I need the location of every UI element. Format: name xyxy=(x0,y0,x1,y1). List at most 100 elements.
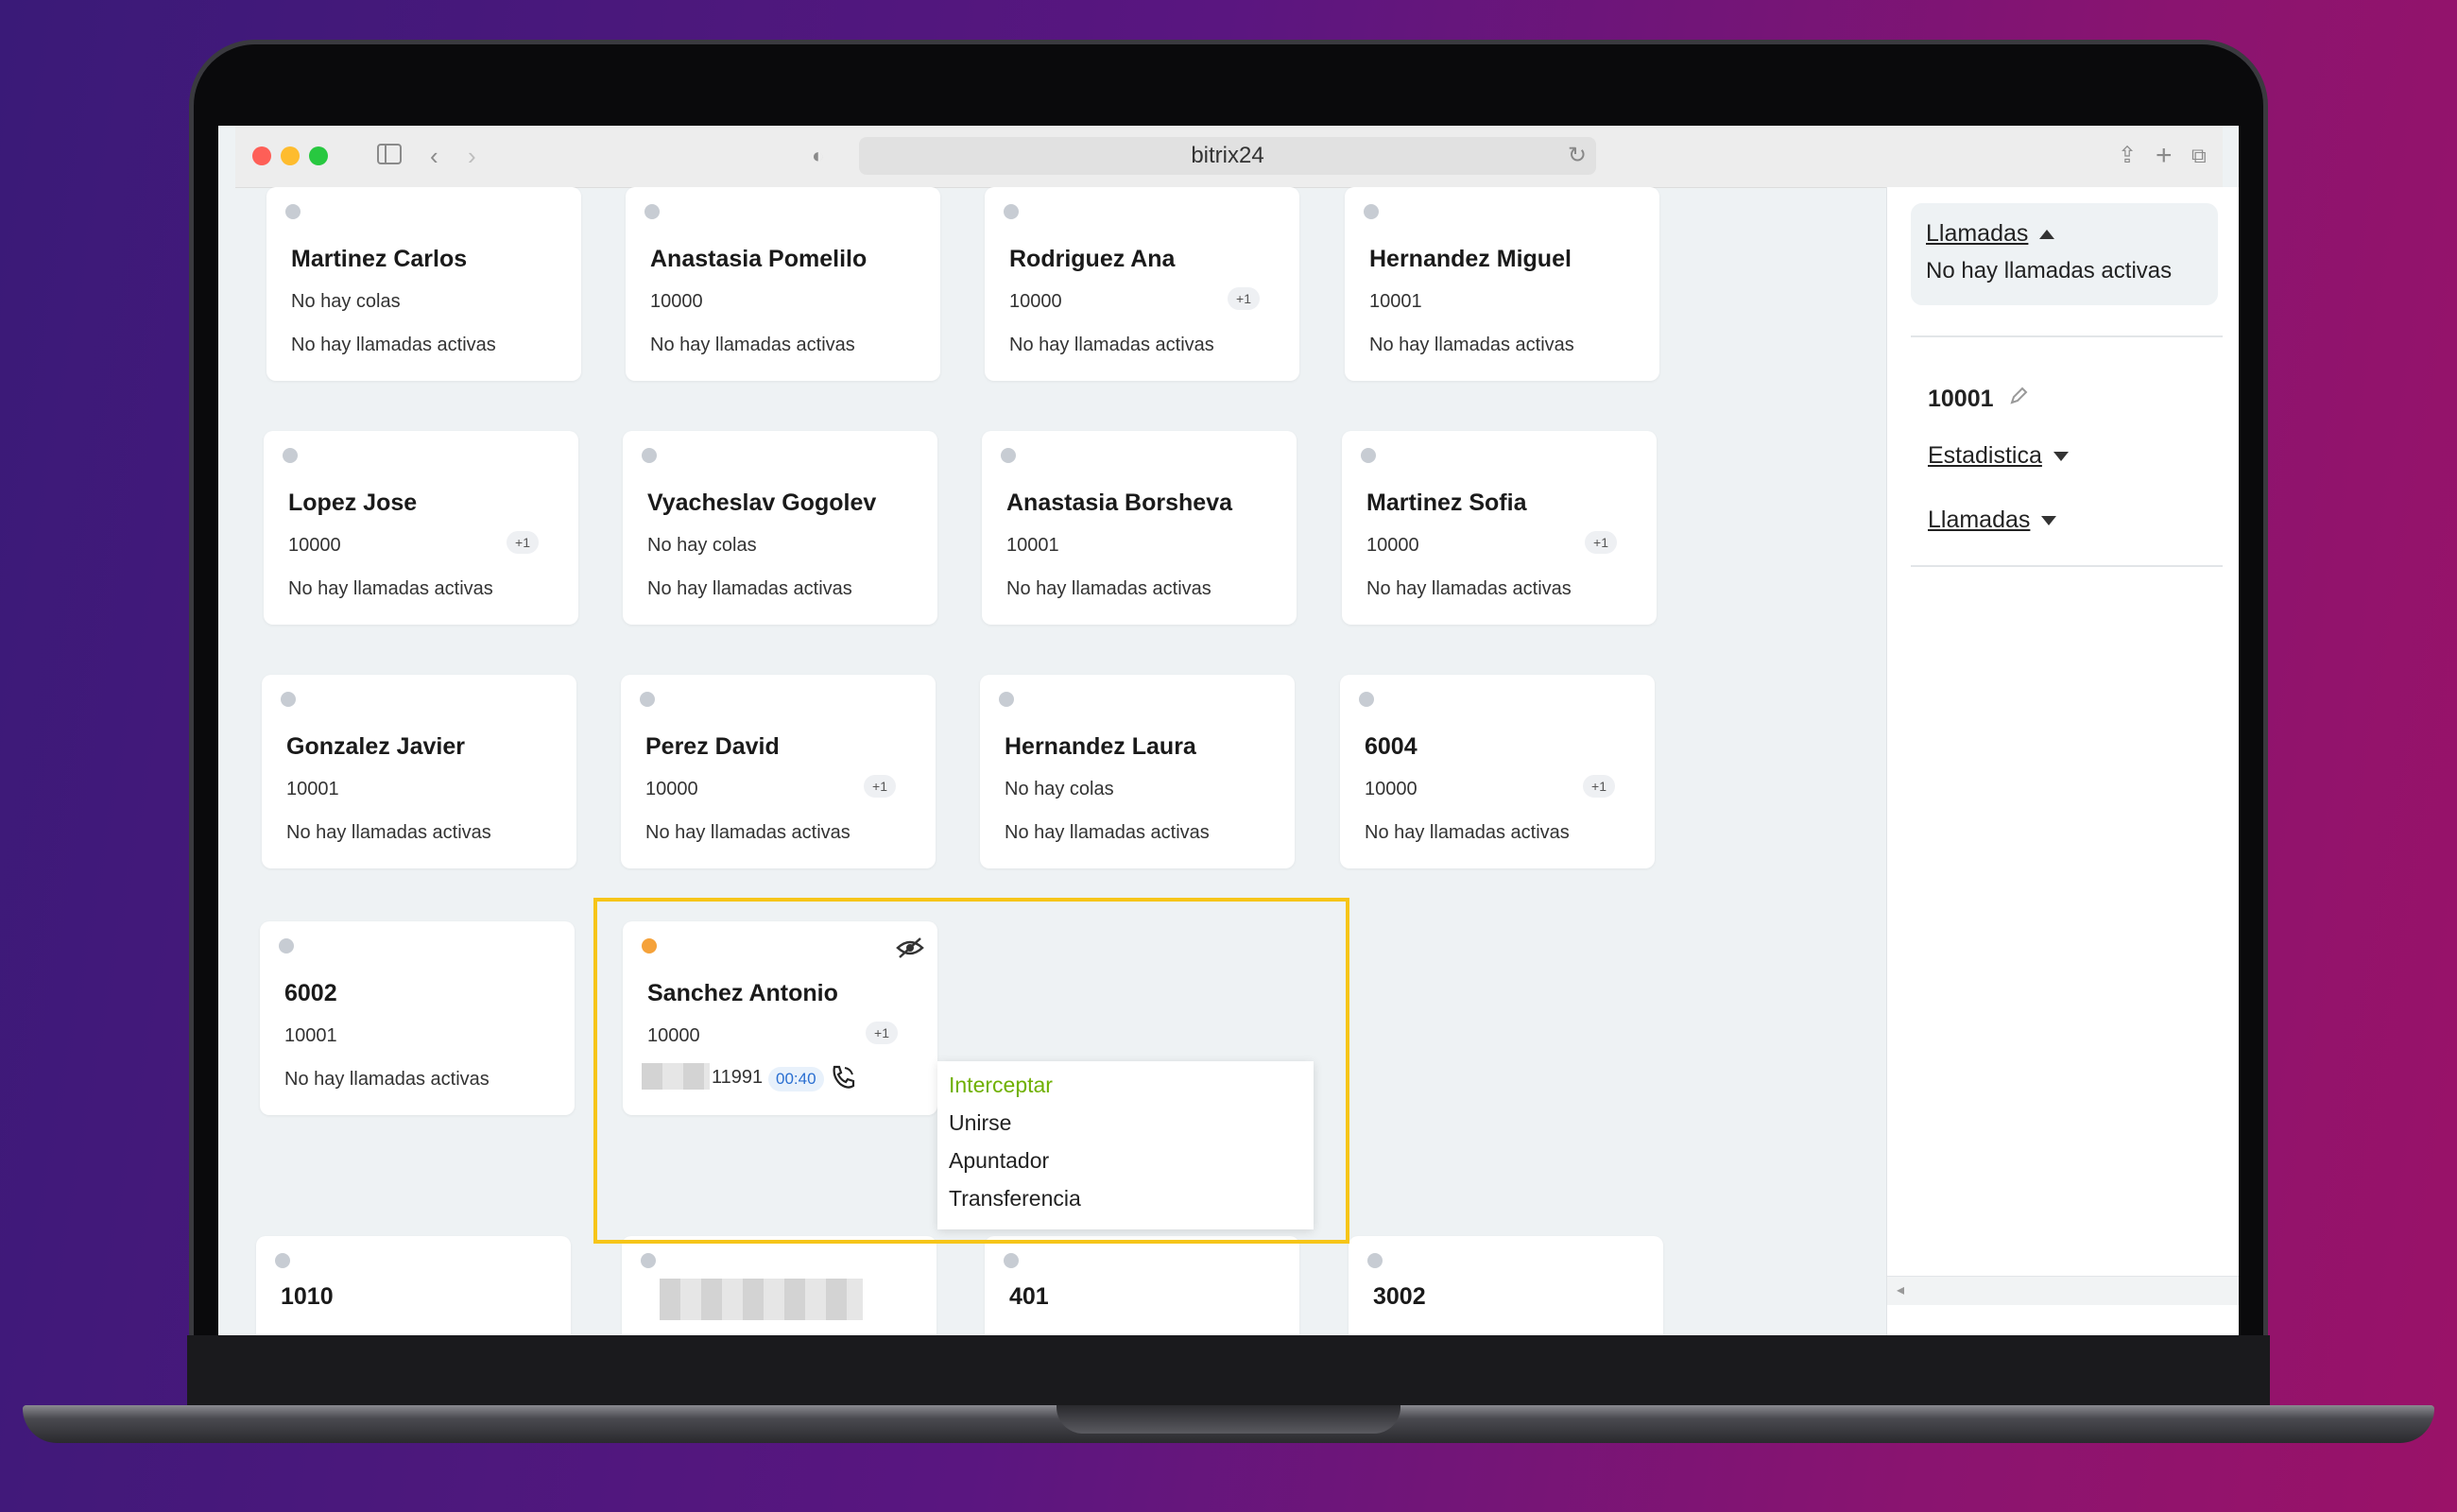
caret-up-icon xyxy=(2039,230,2055,240)
share-icon[interactable]: ⇪ xyxy=(2118,139,2137,173)
caret-down-icon xyxy=(2053,452,2069,462)
status-dot xyxy=(1359,692,1374,707)
status-dot xyxy=(644,204,660,219)
queue-count-badge[interactable]: +1 xyxy=(866,1022,898,1044)
laptop-notch xyxy=(1057,1405,1400,1434)
queue-count-badge[interactable]: +1 xyxy=(864,775,896,798)
operator-calls-status: No hay llamadas activas xyxy=(1366,578,1572,599)
status-dot xyxy=(285,204,301,219)
queue-count-badge[interactable]: +1 xyxy=(1583,775,1615,798)
privacy-shield-icon[interactable]: ◐ xyxy=(812,139,824,173)
laptop-chin xyxy=(187,1335,2270,1405)
operator-queue: 10000 xyxy=(288,535,341,556)
operator-card[interactable]: Martinez Carlos No hay colas No hay llamad… xyxy=(266,187,581,381)
new-tab-icon[interactable]: + xyxy=(2156,139,2173,173)
queue-count-badge[interactable]: +1 xyxy=(1228,287,1260,310)
browser-toolbar: ‹ › ◐ bitrix24 ↻ ⇪ + ⧉ xyxy=(235,126,2223,188)
calls-toggle-2[interactable]: Llamadas xyxy=(1928,507,2057,534)
operator-card[interactable]: Gonzalez Javier 10001 No hay llamadas acti… xyxy=(262,675,576,868)
whisper-menu-item[interactable]: Apuntador xyxy=(949,1148,1049,1174)
close-window-button[interactable] xyxy=(252,146,271,165)
operator-queue: 10000 xyxy=(645,779,698,799)
operator-queue: 10000 xyxy=(1366,535,1419,556)
call-actions-menu: Interceptar Unirse Apuntador Transferencia xyxy=(937,1061,1314,1229)
operator-name: 1010 xyxy=(281,1283,334,1310)
horizontal-scrollbar[interactable]: ◂ xyxy=(1887,1276,2239,1305)
status-dot xyxy=(1367,1253,1383,1268)
hidden-operator-card[interactable]: 3002 xyxy=(1349,1236,1663,1335)
operator-queue: 10000 xyxy=(1365,779,1418,799)
redacted-operator-name xyxy=(660,1279,863,1320)
status-dot xyxy=(642,448,657,463)
operator-card[interactable]: Rodriguez Ana 10000 +1 No hay llamadas acti… xyxy=(985,187,1299,381)
operator-queue: 10000 xyxy=(1009,291,1062,312)
operator-name: 3002 xyxy=(1373,1283,1426,1310)
operator-card[interactable]: Martinez Sofia 10000 +1 No hay llamadas act… xyxy=(1342,431,1657,625)
queue-number: 10001 xyxy=(1928,386,1994,412)
scroll-left-icon[interactable]: ◂ xyxy=(1897,1280,1904,1299)
active-operator-card[interactable]: Sanchez Antonio 10000 +1 11991 00:40 xyxy=(623,921,937,1115)
operator-card[interactable]: Lopez Jose 10000 +1 No hay llamadas activas xyxy=(264,431,578,625)
operator-card[interactable]: 6002 10001 No hay llamadas activas xyxy=(260,921,575,1115)
operator-card[interactable]: Anastasia Pomelilo 10000 No hay llamadas a… xyxy=(626,187,940,381)
forward-icon[interactable]: › xyxy=(468,139,476,173)
operator-card[interactable]: Anastasia Borsheva 10001 No hay llamadas a… xyxy=(982,431,1297,625)
operator-name: Gonzalez Javier xyxy=(286,733,465,760)
back-icon[interactable]: ‹ xyxy=(430,139,438,173)
queue-count-badge[interactable]: +1 xyxy=(507,531,539,554)
operator-card[interactable]: Vyacheslav Gogolev No hay colas No hay lla… xyxy=(623,431,937,625)
maximize-window-button[interactable] xyxy=(309,146,328,165)
operator-card[interactable]: Perez David 10000 +1 No hay llamadas activa… xyxy=(621,675,936,868)
operator-calls-status: No hay llamadas activas xyxy=(1365,822,1570,843)
tabs-overview-icon[interactable]: ⧉ xyxy=(2191,139,2207,173)
operator-name: 401 xyxy=(1009,1283,1049,1310)
edit-pencil-icon[interactable] xyxy=(2008,386,2029,411)
hidden-operator-card[interactable]: 401 xyxy=(985,1236,1299,1335)
address-bar[interactable]: bitrix24 ↻ xyxy=(859,137,1596,175)
operator-queue: 10000 xyxy=(647,1025,700,1046)
operator-calls-status: No hay llamadas activas xyxy=(284,1069,490,1090)
operator-name: Hernandez Laura xyxy=(1005,733,1196,760)
operator-name: Hernandez Miguel xyxy=(1369,246,1572,272)
operator-name: Sanchez Antonio xyxy=(647,980,838,1006)
operator-queue: 10001 xyxy=(1369,291,1422,312)
operator-card[interactable]: Hernandez Laura No hay colas No hay llamad… xyxy=(980,675,1295,868)
sidebar-toggle-icon[interactable] xyxy=(377,139,402,173)
hidden-operator-card[interactable]: 1010 xyxy=(256,1236,571,1335)
operator-name: Vyacheslav Gogolev xyxy=(647,490,877,516)
operator-card[interactable]: Hernandez Miguel 10001 No hay llamadas act… xyxy=(1345,187,1659,381)
status-dot xyxy=(1364,204,1379,219)
status-dot xyxy=(281,692,296,707)
call-timer: 00:40 xyxy=(768,1067,824,1091)
operator-queue: 10001 xyxy=(1006,535,1059,556)
reload-icon[interactable]: ↻ xyxy=(1568,137,1587,175)
sidebar-divider xyxy=(1911,335,2223,337)
phone-call-icon[interactable] xyxy=(829,1063,857,1091)
operator-name: Anastasia Borsheva xyxy=(1006,490,1233,516)
calls-toggle-label: Llamadas xyxy=(1926,220,2029,247)
status-dot xyxy=(275,1253,290,1268)
operator-calls-status: No hay llamadas activas xyxy=(291,335,496,355)
hidden-operator-card[interactable] xyxy=(622,1236,936,1335)
operator-queue: 10000 xyxy=(650,291,703,312)
operator-name: 6002 xyxy=(284,980,337,1006)
operator-calls-status: No hay llamadas activas xyxy=(288,578,493,599)
transfer-menu-item[interactable]: Transferencia xyxy=(949,1186,1081,1211)
intercept-menu-item[interactable]: Interceptar xyxy=(949,1073,1053,1098)
operator-queue: No hay colas xyxy=(291,291,401,312)
operator-card[interactable]: 6004 10000 +1 No hay llamadas activas xyxy=(1340,675,1655,868)
right-sidebar: Llamadas No hay llamadas activas 10001 E… xyxy=(1886,187,2239,1335)
hide-eye-icon[interactable] xyxy=(896,936,924,959)
statistics-toggle[interactable]: Estadistica xyxy=(1928,442,2069,470)
calls-panel: Llamadas No hay llamadas activas xyxy=(1911,203,2218,305)
status-dot xyxy=(1001,448,1016,463)
minimize-window-button[interactable] xyxy=(281,146,300,165)
calls-toggle[interactable]: Llamadas xyxy=(1926,220,2055,248)
queue-count-badge[interactable]: +1 xyxy=(1585,531,1617,554)
operator-queue: No hay colas xyxy=(1005,779,1114,799)
status-dot xyxy=(1361,448,1376,463)
operator-calls-status: No hay llamadas activas xyxy=(645,822,850,843)
operator-calls-status: No hay llamadas activas xyxy=(650,335,855,355)
join-menu-item[interactable]: Unirse xyxy=(949,1110,1011,1136)
status-dot xyxy=(1004,204,1019,219)
